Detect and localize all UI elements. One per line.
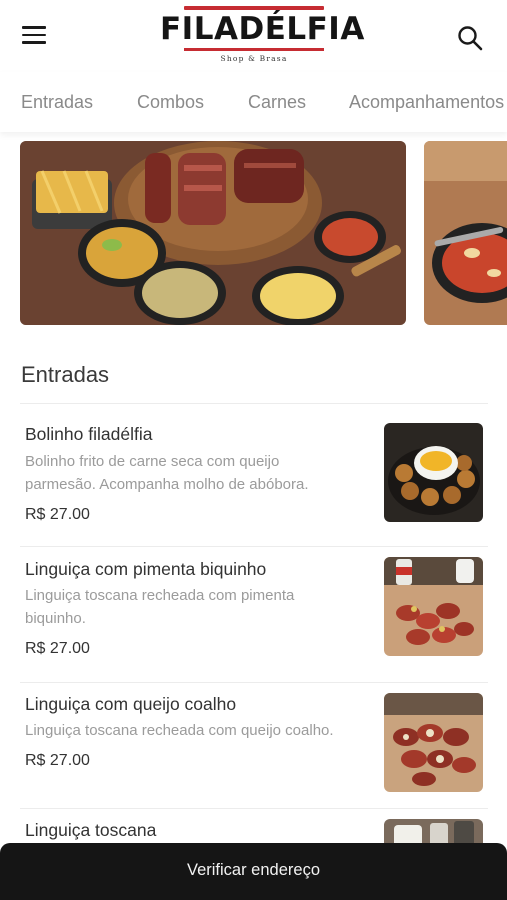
banner-image-next[interactable] — [424, 141, 507, 325]
item-name: Linguiça com pimenta biquinho — [25, 559, 267, 579]
banner-image-main[interactable] — [20, 141, 406, 325]
item-photo — [384, 693, 483, 792]
item-description: Linguiça toscana recheada com pimenta bi… — [25, 584, 375, 630]
item-price: R$ 27.00 — [25, 640, 90, 657]
check-address-button[interactable]: Verificar endereço — [0, 843, 507, 900]
brand-logo[interactable]: FILADÉLFIA Shop & Brasa — [160, 6, 365, 68]
item-description-line: parmesão. Acompanha molho de abóbora. — [25, 476, 309, 493]
app-header: FILADÉLFIA Shop & Brasa — [0, 0, 507, 72]
check-address-label: Verificar endereço — [187, 861, 320, 879]
item-photo — [384, 423, 483, 522]
item-price: R$ 27.00 — [25, 752, 90, 769]
hamburger-menu-icon[interactable] — [22, 26, 48, 46]
menu-item[interactable]: Bolinho filadélfia Bolinho frito de carn… — [20, 404, 488, 547]
tab-combos[interactable]: Combos — [137, 92, 204, 113]
section-title: Entradas — [21, 362, 110, 387]
item-price: R$ 27.00 — [25, 506, 90, 523]
logo-bottom-stripe — [184, 48, 324, 51]
tab-acompanhamentos[interactable]: Acompanhamentos — [349, 92, 504, 113]
menu-item[interactable]: Linguiça com queijo coalho Linguiça tosc… — [20, 683, 488, 809]
tab-entradas[interactable]: Entradas — [21, 92, 93, 113]
category-tabs: Entradas Combos Carnes Acompanhamentos — [0, 72, 507, 132]
logo-text: FILADÉLFIA — [160, 11, 365, 47]
item-name: Bolinho filadélfia — [25, 424, 153, 444]
item-description-line: Bolinho frito de carne seca com queijo — [25, 453, 280, 470]
logo-top-stripe — [184, 6, 324, 10]
search-icon[interactable] — [456, 24, 484, 52]
logo-subtitle: Shop & Brasa — [220, 54, 288, 63]
item-description-line: biquinho. — [25, 610, 86, 627]
item-name: Linguiça toscana — [25, 820, 157, 840]
item-photo — [384, 557, 483, 656]
item-description-line: Linguiça toscana recheada com queijo coa… — [25, 722, 334, 739]
item-description-line: Linguiça toscana recheada com pimenta — [25, 587, 295, 604]
item-description: Linguiça toscana recheada com queijo coa… — [25, 719, 385, 742]
item-description: Bolinho frito de carne seca com queijo p… — [25, 450, 375, 496]
menu-item[interactable]: Linguiça com pimenta biquinho Linguiça t… — [20, 547, 488, 683]
tab-carnes[interactable]: Carnes — [248, 92, 306, 113]
item-name: Linguiça com queijo coalho — [25, 694, 237, 714]
